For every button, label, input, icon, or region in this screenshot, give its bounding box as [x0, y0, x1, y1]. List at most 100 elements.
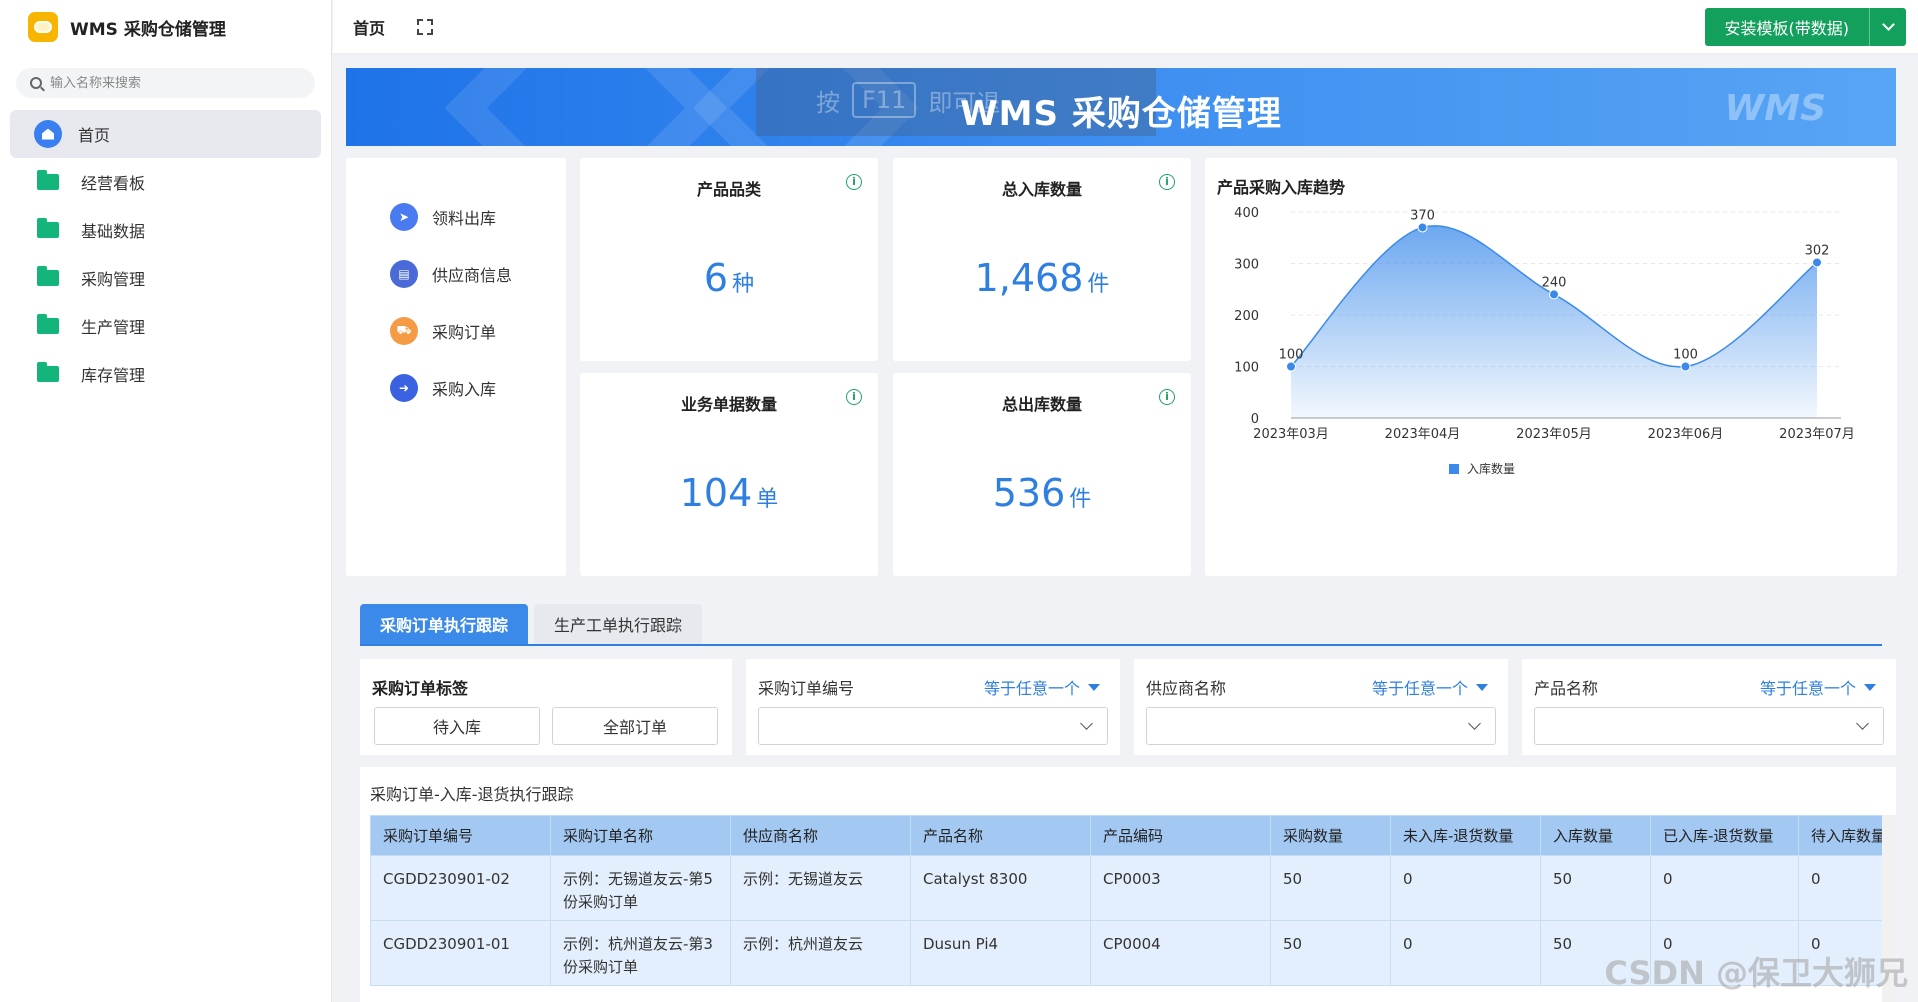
- stat-title: 总入库数量: [1001, 180, 1082, 199]
- send-icon: ➤: [390, 202, 418, 231]
- search-icon: [30, 77, 42, 89]
- stat-number: 6: [703, 256, 729, 300]
- filter-operator-dropdown[interactable]: 等于任意一个: [984, 675, 1100, 699]
- data-label: 100: [1279, 348, 1304, 363]
- table-cell: 0: [1650, 855, 1799, 921]
- filter-operator: 等于任意一个: [1371, 679, 1468, 698]
- chevron-down-icon: [1881, 18, 1895, 31]
- table-row[interactable]: CGDD230901-02 示例：无锡道友云-第5份采购订单 示例：无锡道友云 Cat…: [370, 855, 1883, 921]
- data-label: 100: [1673, 348, 1698, 363]
- stat-card-total-inbound: 总入库数量 i 1,468 件: [893, 158, 1191, 361]
- filter-operator-dropdown[interactable]: 等于任意一个: [1760, 675, 1876, 699]
- sidebar-item-4[interactable]: 生产管理: [10, 302, 321, 350]
- fullscreen-icon[interactable]: [417, 18, 434, 35]
- product-select[interactable]: [1534, 707, 1884, 745]
- stat-number: 1,468: [974, 256, 1084, 300]
- stat-unit: 种: [732, 272, 755, 297]
- filter-operator-dropdown[interactable]: 等于任意一个: [1372, 675, 1488, 699]
- filter-supplier: 供应商名称 等于任意一个: [1134, 659, 1508, 755]
- quick-link-2[interactable]: ⛟ 采购订单: [346, 302, 566, 359]
- app-title: WMS 采购仓储管理: [70, 19, 226, 40]
- tag-all-button[interactable]: 全部订单: [552, 707, 718, 745]
- tab-purchase-tracking[interactable]: 采购订单执行跟踪: [360, 604, 529, 644]
- data-label: 370: [1410, 208, 1435, 223]
- install-dropdown-button[interactable]: [1870, 8, 1906, 46]
- quick-link-label: 采购入库: [432, 379, 497, 399]
- table-cell: 示例：杭州道友云: [730, 920, 911, 986]
- chevron-down-icon: [1468, 717, 1481, 730]
- info-icon[interactable]: i: [846, 174, 862, 190]
- search-box[interactable]: [16, 68, 315, 98]
- chevron-down-icon: [1080, 717, 1093, 730]
- table-cell: Dusun Pi4: [910, 920, 1091, 986]
- table-cell: 50: [1270, 855, 1391, 921]
- info-icon[interactable]: i: [1159, 389, 1175, 405]
- sidebar-item-3[interactable]: 采购管理: [10, 254, 321, 302]
- table-cell: CGDD230901-01: [370, 920, 551, 986]
- column-header[interactable]: 采购数量: [1270, 815, 1391, 856]
- column-header[interactable]: 供应商名称: [730, 815, 911, 856]
- quick-link-label: 供应商信息: [432, 265, 513, 285]
- install-template-label[interactable]: 安装模板(带数据): [1705, 8, 1870, 46]
- quick-link-1[interactable]: ▤ 供应商信息: [346, 245, 566, 302]
- table-cell: 示例：无锡道友云-第5份采购订单: [550, 855, 731, 921]
- sidebar-item-label: 采购管理: [81, 270, 146, 289]
- quick-link-label: 采购订单: [432, 322, 497, 342]
- sidebar: WMS 采购仓储管理 首页经营看板基础数据采购管理生产管理库存管理: [0, 0, 332, 1002]
- column-header[interactable]: 采购订单名称: [550, 815, 731, 856]
- stat-card-documents: 业务单据数量 i 104 单: [580, 373, 878, 576]
- data-point: [1549, 289, 1559, 300]
- column-header[interactable]: 入库数量: [1540, 815, 1651, 856]
- caret-down-icon: [1864, 683, 1876, 691]
- legend-swatch: [1449, 464, 1459, 474]
- quick-link-label: 领料出库: [432, 208, 497, 228]
- sidebar-item-1[interactable]: 经营看板: [10, 158, 321, 206]
- column-header[interactable]: 采购订单编号: [370, 815, 551, 856]
- install-template-button[interactable]: 安装模板(带数据): [1704, 8, 1906, 46]
- stat-title: 业务单据数量: [680, 395, 777, 414]
- info-icon[interactable]: i: [846, 389, 862, 405]
- stat-title: 总出库数量: [1001, 395, 1082, 414]
- brand: WMS 采购仓储管理: [0, 0, 331, 54]
- stat-title: 产品品类: [696, 180, 761, 199]
- stat-value: 6种: [580, 256, 878, 300]
- data-point: [1286, 361, 1296, 372]
- table-cell: 示例：杭州道友云-第3份采购订单: [550, 920, 731, 986]
- quick-link-0[interactable]: ➤ 领料出库: [346, 188, 566, 245]
- tab-production-tracking[interactable]: 生产工单执行跟踪: [534, 604, 703, 644]
- quick-link-3[interactable]: ➜ 采购入库: [346, 359, 566, 416]
- stat-value: 1,468 件: [893, 256, 1191, 300]
- sidebar-item-2[interactable]: 基础数据: [10, 206, 321, 254]
- sidebar-item-0[interactable]: 首页: [10, 110, 321, 158]
- column-header[interactable]: 产品编码: [1090, 815, 1271, 856]
- stat-unit: 件: [1087, 272, 1110, 297]
- stat-value: 104 单: [580, 471, 878, 515]
- search-input[interactable]: [50, 75, 290, 91]
- stat-card-total-outbound: 总出库数量 i 536 件: [893, 373, 1191, 576]
- data-point: [1680, 361, 1691, 372]
- order-number-select[interactable]: [758, 707, 1108, 745]
- document-icon: ▤: [390, 259, 418, 288]
- tag-pending-button[interactable]: 待入库: [374, 707, 540, 745]
- sidebar-item-label: 经营看板: [81, 174, 146, 193]
- x-tick-label: 2023年06月: [1648, 427, 1724, 442]
- data-label: 302: [1805, 243, 1830, 258]
- y-tick-label: 0: [1251, 412, 1259, 427]
- data-point: [1417, 222, 1428, 233]
- table-cell: CP0003: [1090, 855, 1271, 921]
- arrow-right-icon: ➜: [390, 373, 418, 402]
- column-header[interactable]: 未入库-退货数量: [1390, 815, 1541, 856]
- supplier-select[interactable]: [1146, 707, 1496, 745]
- sidebar-item-5[interactable]: 库存管理: [10, 350, 321, 398]
- tab-home[interactable]: 首页: [353, 15, 385, 39]
- column-header[interactable]: 待入库数量: [1798, 815, 1883, 856]
- table-header-row: 采购订单编号 采购订单名称 供应商名称 产品名称 产品编码 采购数量 未入库-退货数量 入库数…: [370, 815, 1883, 856]
- column-header[interactable]: 产品名称: [910, 815, 1091, 856]
- table-title: 采购订单-入库-退货执行跟踪: [370, 785, 574, 804]
- column-header[interactable]: 已入库-退货数量: [1650, 815, 1799, 856]
- sidebar-nav: 首页经营看板基础数据采购管理生产管理 库存管理: [0, 110, 331, 398]
- table-cell: CP0004: [1090, 920, 1271, 986]
- chevron-down-icon: [1856, 717, 1869, 730]
- data-point: [1812, 257, 1822, 268]
- info-icon[interactable]: i: [1159, 174, 1175, 190]
